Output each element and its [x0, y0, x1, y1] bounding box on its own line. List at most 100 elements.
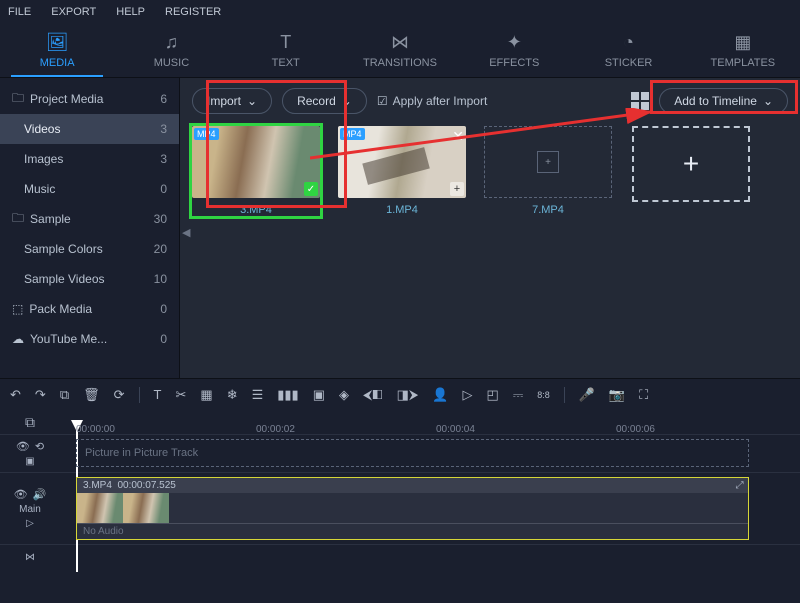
- tab-label: STICKER: [605, 57, 653, 69]
- speaker-icon[interactable]: 🔊: [33, 488, 47, 501]
- levels-icon[interactable]: ⎓: [513, 387, 523, 403]
- import-button[interactable]: Import ⌄: [192, 88, 272, 114]
- track-audio: ⋈: [0, 544, 800, 570]
- overlay-icon[interactable]: ▣: [313, 387, 325, 403]
- microphone-icon[interactable]: 🎤: [579, 387, 595, 403]
- thumb-placeholder: +: [484, 126, 612, 198]
- diamond-icon[interactable]: ◈: [339, 387, 349, 403]
- copy-icon[interactable]: ⧉: [60, 387, 69, 403]
- media-thumb-1[interactable]: MP4 ✓ 3.MP4: [192, 126, 320, 216]
- filmstrip-icon[interactable]: ▦: [200, 387, 212, 403]
- format-badge: MP4: [340, 128, 365, 140]
- side-text: Project Media: [30, 92, 103, 106]
- side-text: Images: [24, 152, 63, 166]
- clip-name: 3.MP4: [83, 480, 112, 491]
- cut-icon[interactable]: ✂: [175, 387, 186, 403]
- eye-icon[interactable]: 👁: [16, 440, 30, 453]
- ratio-icon[interactable]: 8:8: [537, 390, 550, 400]
- list-icon[interactable]: ☰: [252, 387, 264, 403]
- timeline-panel: ⧉ 00:00:00 00:00:02 00:00:04 00:00:06 👁⟲…: [0, 410, 800, 570]
- apply-after-import-checkbox[interactable]: ☑ Apply after Import: [377, 94, 487, 108]
- menu-help[interactable]: HELP: [116, 6, 145, 18]
- lock-icon[interactable]: ⟲: [35, 440, 44, 453]
- tab-label: MEDIA: [40, 57, 75, 69]
- tab-media[interactable]: 🖼 MEDIA: [0, 24, 114, 77]
- tab-music[interactable]: ♫ MUSIC: [114, 24, 228, 77]
- menu-register[interactable]: REGISTER: [165, 6, 221, 18]
- chevron-down-icon: ⌄: [342, 94, 352, 108]
- side-count: 0: [160, 302, 167, 316]
- split-left-icon[interactable]: ⮜◧: [363, 387, 383, 403]
- split-right-icon[interactable]: ◨⮞: [397, 387, 419, 403]
- pip-track-placeholder[interactable]: Picture in Picture Track: [76, 439, 749, 467]
- link-icon[interactable]: ⟳: [114, 387, 125, 403]
- sidebar-project-media[interactable]: 🗀Project Media 6: [0, 84, 179, 114]
- side-text: Sample Colors: [24, 242, 103, 256]
- clip-thumbnail: [123, 493, 169, 523]
- sidebar-sample-videos[interactable]: Sample Videos 10: [0, 264, 179, 294]
- sidebar-images[interactable]: Images 3: [0, 144, 179, 174]
- tab-label: EFFECTS: [489, 57, 539, 69]
- eye-icon[interactable]: 👁: [14, 488, 28, 501]
- track-label: Main: [19, 504, 41, 515]
- expand-icon[interactable]: ⤢: [736, 480, 744, 491]
- menu-bar: FILE EXPORT HELP REGISTER: [0, 0, 800, 24]
- play-small-icon[interactable]: ▷: [26, 518, 34, 529]
- track-main: 👁 🔊 Main ▷ 3.MP4 00:00:07.525 ⤢ No Audio: [0, 472, 800, 544]
- ruler-tick: 00:00:02: [256, 424, 295, 435]
- sidebar-sample-colors[interactable]: Sample Colors 20: [0, 234, 179, 264]
- sidebar-pack-media[interactable]: ⬚Pack Media 0: [0, 294, 179, 324]
- sidebar-youtube[interactable]: ☁YouTube Me... 0: [0, 324, 179, 354]
- thumb-image: MP4 ✓: [192, 126, 320, 198]
- sidebar-sample[interactable]: 🗀Sample 30: [0, 204, 179, 234]
- side-count: 0: [160, 182, 167, 196]
- tab-label: TEMPLATES: [711, 57, 776, 69]
- crop-icon[interactable]: ◰: [487, 387, 499, 403]
- tab-effects[interactable]: ✦ EFFECTS: [457, 24, 571, 77]
- bowtie-icon[interactable]: ⋈: [25, 552, 35, 563]
- pip-icon[interactable]: ▣: [25, 456, 34, 467]
- columns-icon[interactable]: ▮▮▮: [277, 387, 298, 403]
- tab-templates[interactable]: ▦ TEMPLATES: [686, 24, 800, 77]
- folder-icon: 🗀: [12, 209, 24, 230]
- collapse-sidebar-icon[interactable]: ◀: [182, 226, 190, 239]
- focus-icon[interactable]: ⛶: [639, 387, 648, 403]
- sidebar-music[interactable]: Music 0: [0, 174, 179, 204]
- person-icon[interactable]: 👤: [432, 387, 448, 403]
- delete-icon[interactable]: 🗑: [83, 387, 100, 403]
- close-icon[interactable]: ✕: [452, 128, 464, 145]
- side-text: Sample Videos: [24, 272, 105, 286]
- add-media-dropzone[interactable]: +: [632, 126, 750, 202]
- media-thumb-2[interactable]: MP4 ✕ + 1.MP4: [338, 126, 466, 216]
- add-icon[interactable]: +: [450, 182, 464, 196]
- pill-label: Import: [207, 94, 241, 108]
- camera-icon[interactable]: 📷: [609, 387, 625, 403]
- chevron-down-icon: ⌄: [247, 94, 257, 108]
- side-count: 30: [154, 212, 167, 226]
- media-sidebar: 🗀Project Media 6 Videos 3 Images 3 Music…: [0, 78, 180, 378]
- media-thumb-3[interactable]: + 7.MP4: [484, 126, 612, 216]
- undo-icon[interactable]: ↶: [10, 387, 21, 403]
- tab-text[interactable]: T TEXT: [229, 24, 343, 77]
- tab-sticker[interactable]: ◔ STICKER: [571, 24, 685, 77]
- menu-file[interactable]: FILE: [8, 6, 31, 18]
- timeline-clip[interactable]: 3.MP4 00:00:07.525 ⤢ No Audio: [76, 477, 749, 540]
- content-toolbar: Import ⌄ Record ⌄ ☑ Apply after Import A…: [192, 88, 788, 114]
- track-pip: 👁 ⟲ ▣ Picture in Picture Track: [0, 434, 800, 472]
- tab-transitions[interactable]: ⋈ TRANSITIONS: [343, 24, 457, 77]
- snowflake-icon[interactable]: ❄: [227, 387, 238, 403]
- layers-icon[interactable]: ⧉: [25, 414, 35, 431]
- grid-view-icon[interactable]: [631, 92, 649, 110]
- menu-export[interactable]: EXPORT: [51, 6, 96, 18]
- side-text: Videos: [24, 122, 60, 136]
- sidebar-videos[interactable]: Videos 3: [0, 114, 179, 144]
- text-tool-icon[interactable]: T: [154, 387, 162, 402]
- add-to-timeline-button[interactable]: Add to Timeline ⌄: [659, 88, 788, 114]
- record-button[interactable]: Record ⌄: [282, 88, 367, 114]
- side-count: 20: [154, 242, 167, 256]
- play-icon[interactable]: ▷: [463, 387, 473, 403]
- folder-icon: 🗀: [12, 89, 24, 110]
- category-tabs: 🖼 MEDIA ♫ MUSIC T TEXT ⋈ TRANSITIONS ✦ E…: [0, 24, 800, 78]
- redo-icon[interactable]: ↷: [35, 387, 46, 403]
- side-count: 0: [160, 332, 167, 346]
